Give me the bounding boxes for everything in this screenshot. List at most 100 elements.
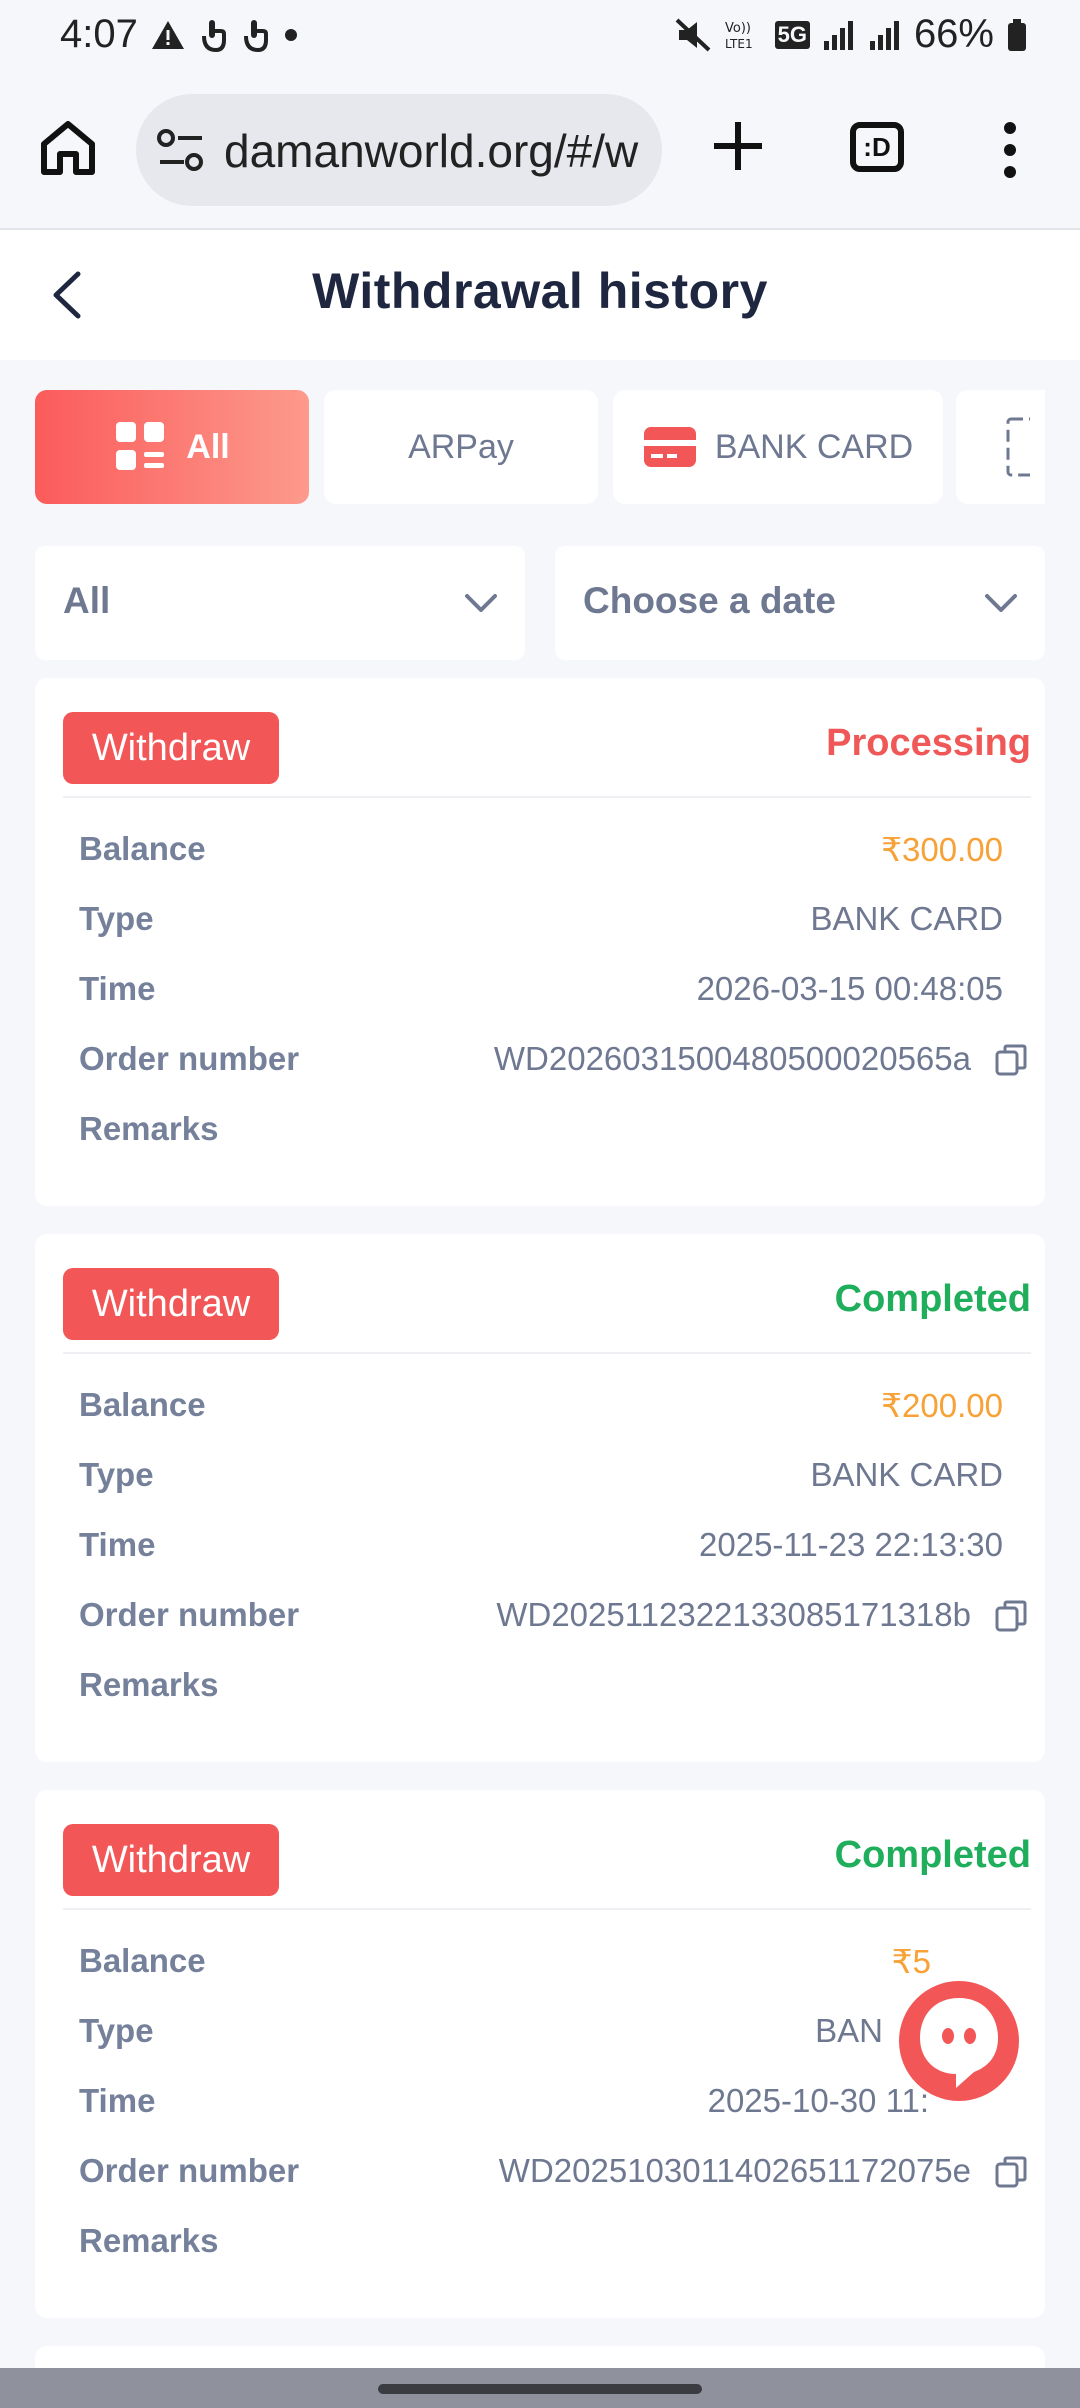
withdrawal-record-card: Withdraw Completed Balance ₹200.00 Type … xyxy=(35,1234,1045,1762)
status-label: Processing xyxy=(826,722,1031,764)
time-label: Time xyxy=(79,2082,156,2119)
notification-icons xyxy=(150,18,298,52)
order-number-row: Order number WD2025112322133085171318b xyxy=(79,1590,1027,1640)
balance-label: Balance xyxy=(79,830,206,867)
divider xyxy=(63,1352,1031,1354)
more-menu-icon[interactable] xyxy=(998,120,1022,180)
tab-partial[interactable] xyxy=(956,390,1045,504)
chevron-down-icon xyxy=(985,594,1017,612)
home-icon[interactable] xyxy=(36,116,100,180)
network-type: 5G xyxy=(774,20,810,49)
dot-icon xyxy=(285,29,297,41)
order-number-row: Order number WD2025103011402651172075e xyxy=(79,2146,1027,2196)
system-indicators: Vo)) LTE1 5G 66% xyxy=(675,12,1028,57)
balance-label: Balance xyxy=(79,1386,206,1423)
chevron-down-icon xyxy=(465,594,497,612)
copy-icon[interactable] xyxy=(993,2154,1029,2190)
grid-list-icon xyxy=(116,422,165,470)
tab-switcher-button[interactable]: :D xyxy=(850,122,904,172)
withdrawal-record-card: Withdraw Processing Balance ₹300.00 Type… xyxy=(35,678,1045,1206)
divider xyxy=(63,796,1031,798)
withdraw-badge: Withdraw xyxy=(63,1268,279,1340)
divider xyxy=(63,1908,1031,1910)
copy-icon[interactable] xyxy=(993,1042,1029,1078)
time-value: 2026-03-15 00:48:05 xyxy=(696,970,1003,1007)
address-bar[interactable]: damanworld.org/#/w xyxy=(136,94,662,206)
tab-bank-card[interactable]: BANK CARD xyxy=(613,390,943,504)
status-label: Completed xyxy=(834,1834,1031,1876)
order-number-value: WD2026031500480500020565a xyxy=(493,1040,971,1077)
payment-method-tabs: All ARPay BANK CARD xyxy=(35,390,1045,504)
type-filter-value: All xyxy=(63,580,111,621)
order-number-label: Order number xyxy=(79,1596,300,1633)
page-header: Withdrawal history xyxy=(0,230,1080,360)
withdraw-badge: Withdraw xyxy=(63,712,279,784)
battery-percent: 66% xyxy=(913,12,994,56)
date-filter-select[interactable]: Choose a date xyxy=(555,546,1045,660)
time-row: Time 2025-11-23 22:13:30 xyxy=(79,1520,1003,1570)
time-label: Time xyxy=(79,970,156,1007)
balance-label: Balance xyxy=(79,1942,206,1979)
remarks-label: Remarks xyxy=(79,2222,219,2259)
system-navigation-bar xyxy=(0,2368,1080,2408)
battery-icon xyxy=(1008,18,1026,51)
new-tab-icon[interactable] xyxy=(708,116,768,176)
tab-label: BANK CARD xyxy=(714,427,914,466)
tab-label: ARPay xyxy=(408,427,514,466)
url-text[interactable]: damanworld.org/#/w xyxy=(224,124,638,178)
remarks-label: Remarks xyxy=(79,1666,219,1703)
copy-icon[interactable] xyxy=(993,1598,1029,1634)
type-value: BANK CARD xyxy=(810,1456,1003,1493)
withdraw-badge: Withdraw xyxy=(63,1824,279,1896)
date-filter-value: Choose a date xyxy=(583,580,836,621)
time-value: 2025-11-23 22:13:30 xyxy=(699,1526,1003,1563)
mute-icon xyxy=(675,18,710,51)
time-label: Time xyxy=(79,1526,156,1563)
status-bar: 4:07 Vo)) LTE1 5G 66% xyxy=(0,0,1080,72)
bank-card-icon xyxy=(643,427,696,467)
type-row: Type BANK CARD xyxy=(79,1450,1003,1500)
tab-label: All xyxy=(186,427,230,466)
type-label: Type xyxy=(79,2012,154,2049)
type-label: Type xyxy=(79,1456,154,1493)
touch-icon xyxy=(202,20,226,52)
site-settings-icon[interactable] xyxy=(156,128,206,174)
type-label: Type xyxy=(79,900,154,937)
time-row: Time 2026-03-15 00:48:05 xyxy=(79,964,1003,1014)
touch-icon-2 xyxy=(244,20,268,52)
partial-tab-icon xyxy=(1006,417,1030,477)
browser-toolbar: damanworld.org/#/w :D xyxy=(0,72,1080,230)
remarks-row: Remarks xyxy=(79,2216,1003,2266)
type-value: BAN xyxy=(815,2012,883,2049)
balance-row: Balance ₹200.00 xyxy=(79,1380,1003,1430)
balance-row: Balance ₹5 xyxy=(79,1936,1003,1986)
customer-service-chat-icon[interactable] xyxy=(894,1976,1024,2106)
status-label: Completed xyxy=(834,1278,1031,1320)
order-number-row: Order number WD2026031500480500020565a xyxy=(79,1034,1027,1084)
tab-all[interactable]: All xyxy=(35,390,309,504)
remarks-label: Remarks xyxy=(79,1110,219,1147)
home-gesture-handle[interactable] xyxy=(378,2384,702,2394)
type-value: BANK CARD xyxy=(810,900,1003,937)
status-time: 4:07 xyxy=(60,12,138,56)
svg-text:LTE1: LTE1 xyxy=(725,37,753,51)
type-row: Type BANK CARD xyxy=(79,894,1003,944)
type-filter-select[interactable]: All xyxy=(35,546,525,660)
type-row: Type BAN xyxy=(79,2006,1003,2056)
tab-arpay[interactable]: ARPay xyxy=(324,390,598,504)
warning-icon xyxy=(152,21,184,49)
signal-icon xyxy=(823,20,853,50)
signal-icon-2 xyxy=(869,20,899,50)
remarks-row: Remarks xyxy=(79,1104,1003,1154)
balance-row: Balance ₹300.00 xyxy=(79,824,1003,874)
volte-icon: Vo))LTE1 xyxy=(725,21,753,51)
order-number-value: WD2025112322133085171318b xyxy=(496,1596,971,1633)
order-number-label: Order number xyxy=(79,1040,300,1077)
time-row: Time 2025-10-30 11: xyxy=(79,2076,1003,2126)
remarks-row: Remarks xyxy=(79,1660,1003,1710)
order-number-label: Order number xyxy=(79,2152,300,2189)
balance-value: ₹200.00 xyxy=(881,1387,1003,1424)
page-title: Withdrawal history xyxy=(312,263,768,319)
balance-value: ₹300.00 xyxy=(881,831,1003,868)
order-number-value: WD2025103011402651172075e xyxy=(498,2152,971,2189)
